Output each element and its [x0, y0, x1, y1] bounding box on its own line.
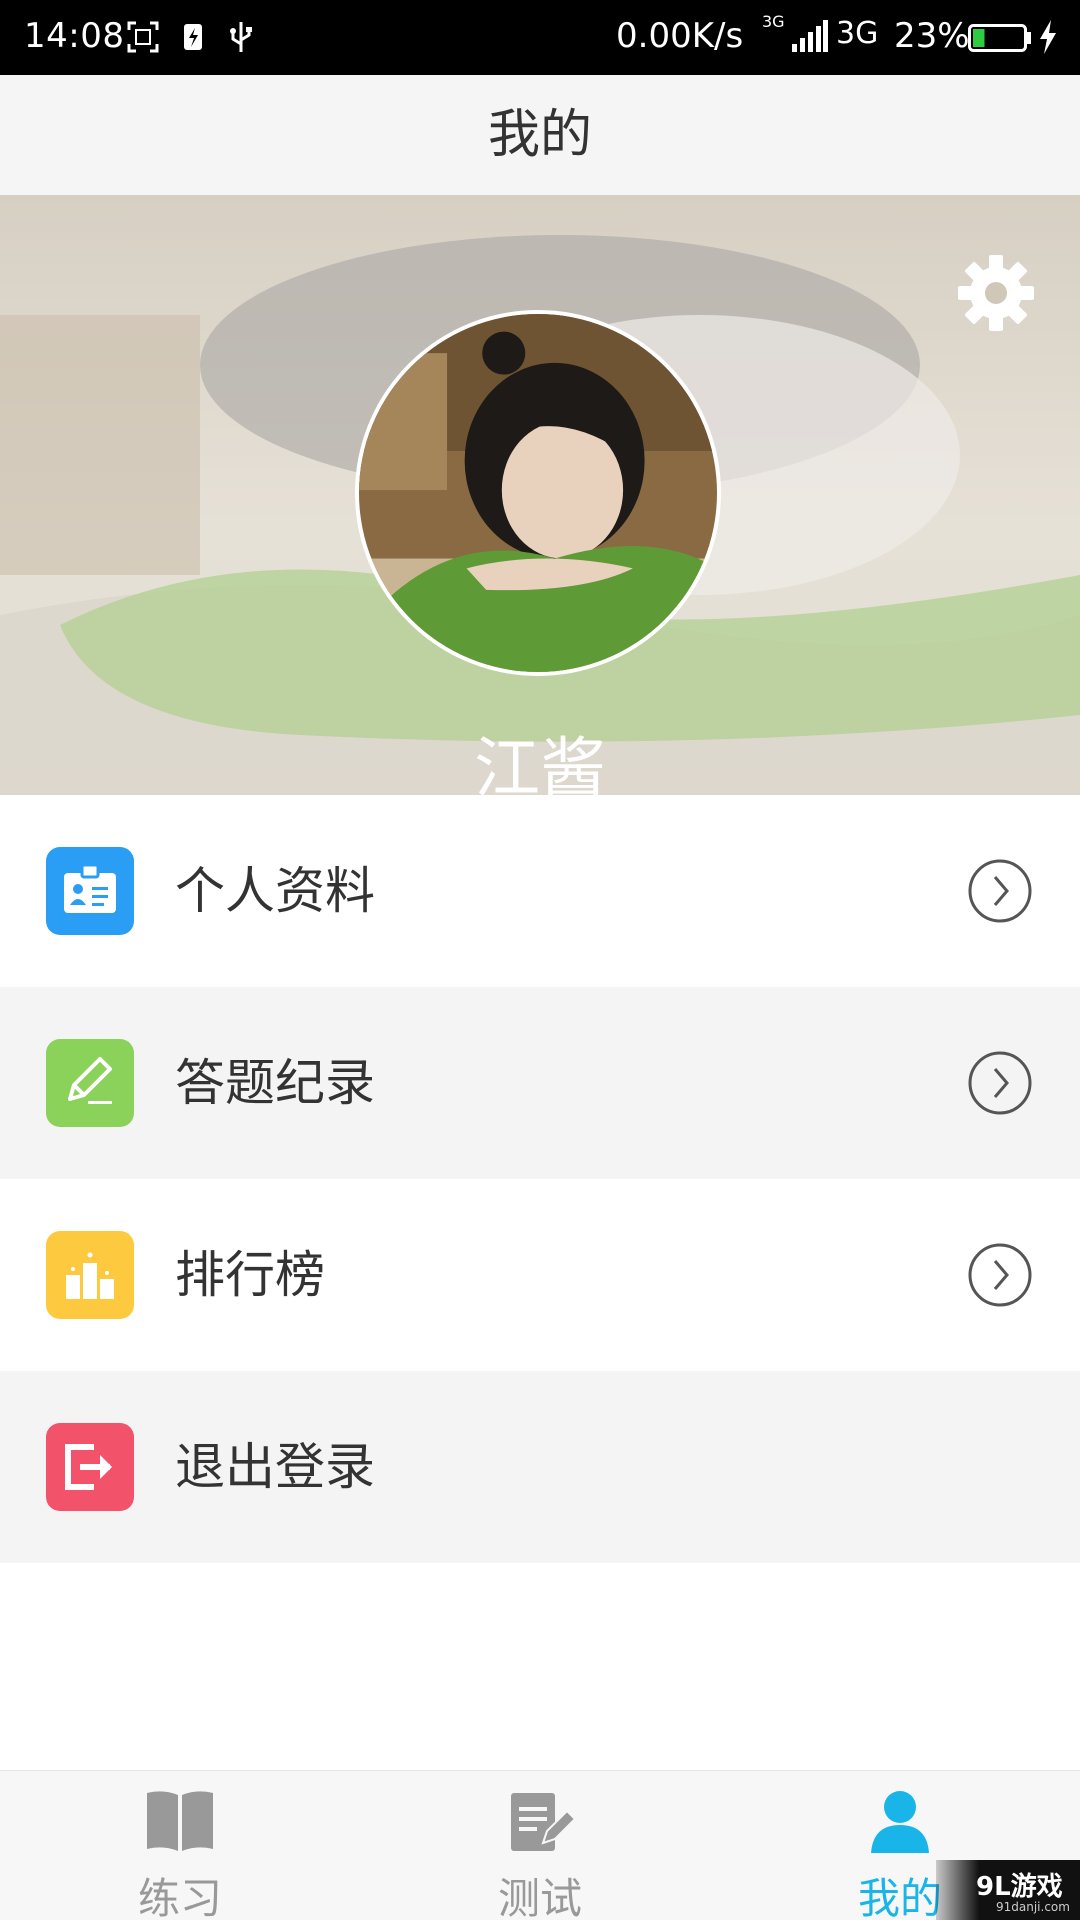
charging-icon: [1040, 20, 1056, 54]
status-bar: 14:08 0.00K/s 3G 3G 23%: [0, 0, 1080, 75]
menu-item-profile-info[interactable]: 个人资料: [0, 795, 1080, 987]
site-watermark: 9L游戏 91danji.com: [936, 1860, 1080, 1920]
settings-gear-icon[interactable]: [956, 253, 1036, 333]
menu-item-leaderboard[interactable]: 排行榜: [0, 1179, 1080, 1371]
podium-icon: [46, 1231, 134, 1319]
network-type: 3G: [836, 16, 879, 51]
battery-percent: 23%: [894, 16, 970, 56]
menu-item-label: 个人资料: [175, 862, 375, 920]
signal-3g-small: 3G: [762, 12, 785, 31]
pencil-icon: [46, 1039, 134, 1127]
chevron-right-circle-icon: [968, 1051, 1032, 1115]
tab-practice[interactable]: 练习: [0, 1771, 360, 1920]
chevron-right-circle-icon: [968, 1243, 1032, 1307]
title-bar: 我的: [0, 75, 1080, 195]
menu-item-label: 答题纪录: [175, 1054, 375, 1112]
menu-item-answer-records[interactable]: 答题纪录: [0, 987, 1080, 1179]
id-card-icon: [46, 847, 134, 935]
tab-label: 测试: [497, 1874, 582, 1920]
book-icon: [147, 1791, 213, 1851]
usb-icon: [230, 22, 252, 52]
battery-saver-icon: [184, 24, 202, 50]
test-doc-icon: [511, 1793, 575, 1851]
tab-test[interactable]: 测试: [360, 1771, 720, 1920]
battery-icon: [968, 24, 1031, 52]
watermark-url: 91danji.com: [996, 1900, 1070, 1914]
page-title: 我的: [487, 105, 592, 165]
menu-item-label: 排行榜: [175, 1246, 325, 1304]
bottom-nav: 练习 测试 我的: [0, 1770, 1080, 1920]
watermark-logo-text: 9L游戏: [976, 1872, 1063, 1902]
username: 江酱: [474, 730, 606, 795]
avatar-image: [359, 314, 717, 672]
user-avatar[interactable]: [355, 310, 721, 676]
profile-header: 江酱: [0, 195, 1080, 795]
user-icon: [871, 1791, 929, 1853]
menu-item-label: 退出登录: [175, 1438, 375, 1496]
menu-item-logout[interactable]: 退出登录: [0, 1371, 1080, 1563]
screenshot-icon: [127, 21, 159, 53]
logout-icon: [46, 1423, 134, 1511]
network-speed: 0.00K/s: [616, 16, 744, 56]
tab-label: 练习: [137, 1874, 222, 1920]
signal-bars-icon: [792, 20, 828, 52]
menu-list: 个人资料 答题纪录 排行榜 退出登录: [0, 795, 1080, 1563]
status-time: 14:08: [24, 16, 125, 56]
chevron-right-circle-icon: [968, 859, 1032, 923]
